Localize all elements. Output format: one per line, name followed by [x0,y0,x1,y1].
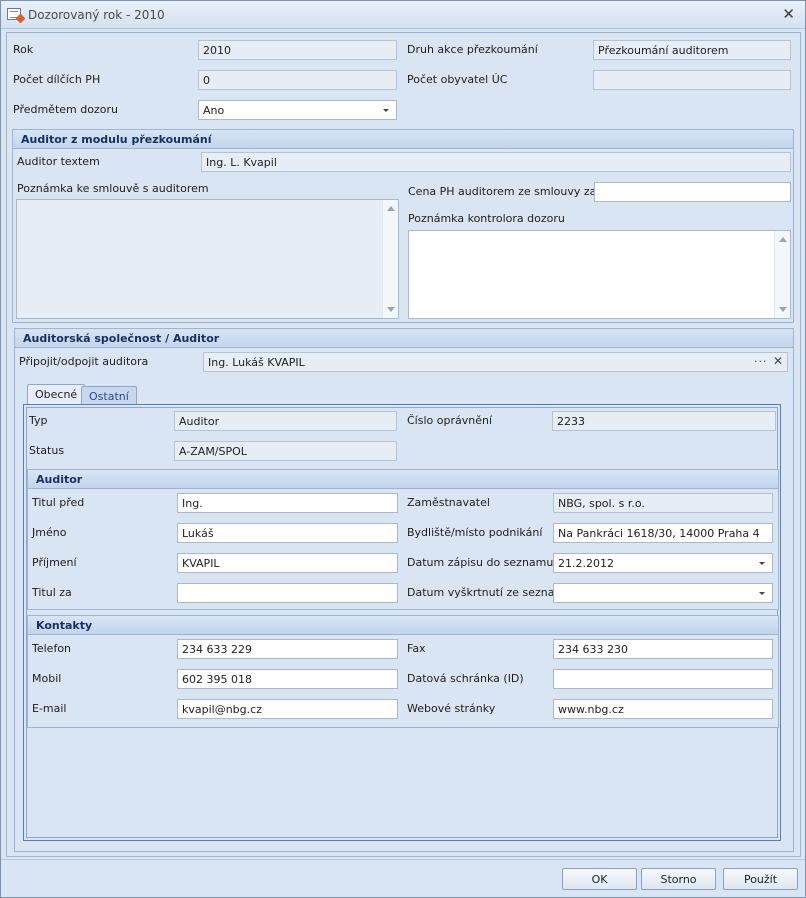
zamestnavatel-label: Zaměstnavatel [407,496,490,509]
kontakty-header: Kontakty [27,615,779,635]
datova-schranka-field[interactable] [553,669,773,689]
titul-pred-label: Titul před [32,496,85,509]
titul-za-label: Titul za [32,586,72,599]
pocet-obyvatel-field[interactable] [593,70,791,90]
titul-za-field[interactable] [177,583,398,603]
zamestnavatel-field[interactable]: NBG, spol. s r.o. [553,493,773,513]
jmeno-label: Jméno [32,526,67,539]
datova-schranka-label: Datová schránka (ID) [407,672,524,685]
poznamka-smlouva-label: Poznámka ke smlouvě s auditorem [17,182,209,195]
status-label: Status [29,444,65,457]
auditor-textem-field[interactable]: Ing. L. Kvapil [201,152,791,172]
jmeno-field[interactable]: Lukáš [177,523,398,543]
web-label: Webové stránky [407,702,496,715]
email-field[interactable]: kvapil@nbg.cz [177,699,398,719]
browse-ellipsis-button[interactable]: ··· [754,355,768,368]
scroll-up-icon[interactable] [387,206,395,211]
cislo-opravneni-field[interactable]: 2233 [552,411,776,431]
telefon-field[interactable]: 234 633 229 [177,639,398,659]
poznamka-smlouva-memo[interactable] [16,199,399,319]
memo-scrollbar[interactable] [382,200,398,318]
typ-field[interactable]: Auditor [174,411,397,431]
datum-zapisu-select[interactable]: 21.2.2012 [553,553,773,573]
rok-label: Rok [13,43,34,56]
auditor-header: Auditor [27,469,779,489]
memo-scrollbar[interactable] [774,231,790,318]
dialog-window: Dozorovaný rok - 2010 ✕ Rok 2010 Druh ak… [0,0,806,898]
titul-pred-field[interactable]: Ing. [177,493,398,513]
poznamka-kontrolora-label: Poznámka kontrolora dozoru [408,212,565,225]
status-field[interactable]: A-ZAM/SPOL [174,441,397,461]
tab-obecne[interactable]: Obecné [27,384,86,406]
fax-label: Fax [407,642,426,655]
pripojit-label: Připojit/odpojit auditora [19,355,149,368]
scroll-down-icon[interactable] [387,307,395,312]
cislo-opravneni-label: Číslo oprávnění [407,414,493,427]
web-field[interactable]: www.nbg.cz [553,699,773,719]
telefon-label: Telefon [32,642,72,655]
auditor-textem-label: Auditor textem [17,155,100,168]
datum-vyskrtnuti-label: Datum vyškrtnutí ze seznamu [407,586,573,599]
cena-ph-label: Cena PH auditorem ze smlouvy za rok [408,185,618,198]
predmetem-dozoru-select[interactable]: Ano [198,100,397,120]
scroll-down-icon[interactable] [779,307,787,312]
bydliste-label: Bydliště/místo podnikání [407,526,543,539]
predmetem-dozoru-label: Předmětem dozoru [13,103,118,116]
mobil-label: Mobil [32,672,62,685]
pocet-ph-field[interactable]: 0 [198,70,397,90]
pocet-obyvatel-label: Počet obyvatel ÚC [407,73,508,86]
druh-akce-field[interactable]: Přezkoumání auditorem [593,40,791,60]
pocet-ph-label: Počet dílčích PH [13,73,101,86]
fax-field[interactable]: 234 633 230 [553,639,773,659]
typ-label: Typ [29,414,48,427]
window-title: Dozorovaný rok - 2010 [28,8,165,22]
document-edit-icon [7,8,26,24]
storno-button[interactable]: Storno [641,868,716,890]
prijmeni-field[interactable]: KVAPIL [177,553,398,573]
close-icon[interactable]: ✕ [782,5,795,23]
ok-button[interactable]: OK [562,868,637,890]
druh-akce-label: Druh akce přezkoumání [407,43,538,56]
auditor-modul-header: Auditor z modulu přezkoumání [12,129,794,149]
datum-vyskrtnuti-select[interactable] [553,583,773,603]
rok-field[interactable]: 2010 [198,40,397,60]
bydliste-field[interactable]: Na Pankráci 1618/30, 14000 Praha 4 [553,523,773,543]
poznamka-kontrolora-memo[interactable] [408,230,791,319]
email-label: E-mail [32,702,67,715]
spolecnost-header: Auditorská společnost / Auditor [14,328,794,348]
title-bar: Dozorovaný rok - 2010 ✕ [1,1,805,29]
datum-zapisu-label: Datum zápisu do seznamu [407,556,554,569]
prijmeni-label: Příjmení [32,556,77,569]
scroll-up-icon[interactable] [779,237,787,242]
cena-ph-field[interactable] [594,182,791,202]
mobil-field[interactable]: 602 395 018 [177,669,398,689]
pripojit-auditora-field[interactable]: Ing. Lukáš KVAPIL [203,352,788,372]
clear-icon[interactable]: ✕ [773,354,783,368]
tab-ostatni[interactable]: Ostatní [81,386,137,406]
pouzit-button[interactable]: Použít [723,868,798,890]
footer-separator [1,859,805,860]
